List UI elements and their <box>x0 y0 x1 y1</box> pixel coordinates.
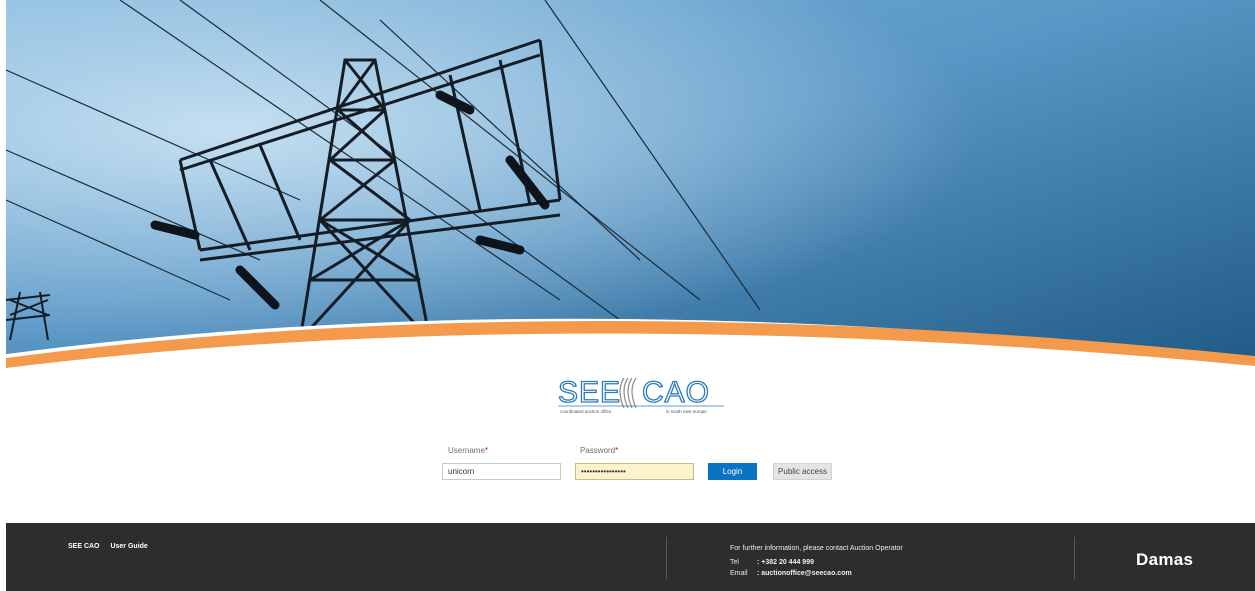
email-label: Email <box>730 570 748 577</box>
tel-value: : +382 20 444 999 <box>756 559 814 566</box>
footer-link-user-guide[interactable]: User Guide <box>110 543 147 550</box>
logo-emblem-icon <box>619 377 637 409</box>
password-required-marker: * <box>615 446 619 455</box>
username-label-text: Username <box>448 446 485 455</box>
logo-left-text: SEE <box>558 376 621 409</box>
logo-tagline-left: coordinated auction office <box>560 409 612 414</box>
login-button[interactable]: Login <box>708 463 757 480</box>
username-label: Username* <box>448 446 488 455</box>
footer-divider-right <box>1074 537 1075 579</box>
tel-label: Tel <box>730 559 739 566</box>
footer-link-seecao[interactable]: SEE CAO <box>68 543 100 550</box>
logo-right-text: CAO <box>642 376 710 409</box>
seecao-logo: SEE CAO coordinated auction office in so… <box>557 370 728 418</box>
logo-tagline-right: in south east europe <box>666 409 707 414</box>
password-input[interactable] <box>575 463 694 480</box>
footer-divider-left <box>666 537 667 579</box>
username-required-marker: * <box>484 446 489 455</box>
hero-banner-image <box>0 0 1255 372</box>
contact-email-row: Email : auctionoffice@seecao.com <box>730 568 903 579</box>
contact-tel-row: Tel : +382 20 444 999 <box>730 557 903 568</box>
contact-heading: For further information, please contact … <box>730 545 903 552</box>
email-value[interactable]: : auctionoffice@seecao.com <box>757 570 852 577</box>
password-label-text: Password <box>580 446 616 455</box>
damas-brand-logo: Damas <box>1136 550 1194 569</box>
password-label: Password* <box>580 446 618 455</box>
login-form: Username* Password* Login Public access <box>442 446 842 486</box>
footer-contact: For further information, please contact … <box>730 543 903 579</box>
footer: SEE CAO User Guide For further informati… <box>6 523 1255 591</box>
public-access-button[interactable]: Public access <box>773 463 832 480</box>
footer-links: SEE CAO User Guide <box>68 543 157 550</box>
username-input[interactable] <box>442 463 561 480</box>
